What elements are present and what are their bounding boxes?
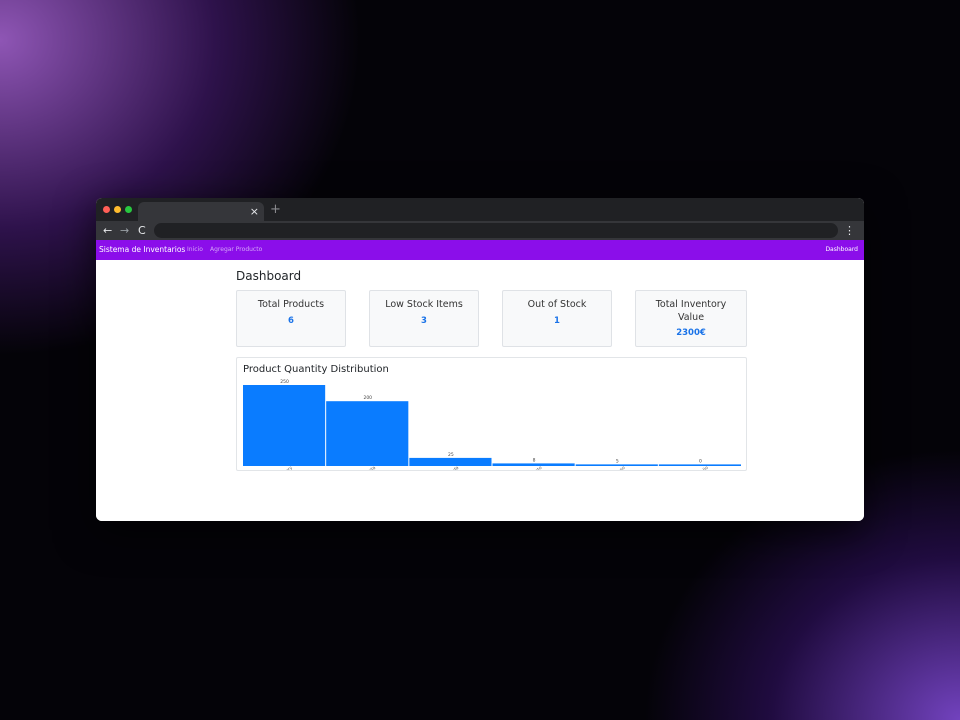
reload-icon[interactable]: C [138, 221, 146, 240]
close-icon[interactable]: × [250, 203, 259, 220]
address-bar[interactable] [154, 223, 838, 238]
stat-card-total-products: Total Products 6 [236, 290, 346, 347]
stat-card-out-of-stock: Out of Stock 1 [502, 290, 612, 347]
app-navbar: Sistema de Inventarios Inicio Agregar Pr… [96, 240, 864, 260]
chart-card: 250Tomate Cherry200Pera Amarilla25Carne … [236, 357, 747, 471]
nav-link-inicio[interactable]: Inicio [187, 240, 203, 260]
nav-link-agregar-producto[interactable]: Agregar Producto [210, 240, 262, 260]
stat-card-value: 6 [288, 316, 294, 326]
bar-value-label: 0 [699, 458, 702, 464]
chart-bar [409, 457, 492, 466]
bar-value-label: 8 [533, 457, 536, 463]
browser-tab[interactable]: × [138, 202, 264, 221]
stat-card-title: Low Stock Items [385, 299, 463, 310]
browser-menu-icon[interactable]: ⋮ [844, 221, 855, 240]
chart-title: Product Quantity Distribution [243, 364, 389, 375]
stat-card-title: Total Inventory Value [655, 299, 727, 323]
stat-card-value: 1 [554, 316, 560, 326]
browser-toolbar: ← → C ⋮ [96, 221, 864, 240]
dashboard-page: Dashboard Total Products 6 Low Stock Ite… [96, 260, 864, 521]
stat-card-title: Total Products [257, 299, 325, 310]
nav-link-dashboard[interactable]: Dashboard [825, 240, 858, 260]
chart-bar [326, 401, 409, 466]
minimize-window-button[interactable] [114, 206, 121, 213]
close-window-button[interactable] [103, 206, 110, 213]
stat-card-title: Out of Stock [527, 299, 587, 310]
stat-card-inventory-value: Total Inventory Value 2300€ [635, 290, 747, 347]
new-tab-button[interactable]: + [270, 201, 281, 218]
chart-bar [492, 463, 575, 466]
browser-window: × + ← → C ⋮ Sistema de Inventarios Inici… [96, 198, 864, 521]
bar-value-label: 5 [616, 458, 619, 464]
stat-card-low-stock: Low Stock Items 3 [369, 290, 479, 347]
chart-bar [243, 385, 326, 466]
back-arrow-icon[interactable]: ← [103, 221, 112, 240]
chart-bar [658, 464, 741, 466]
forward-arrow-icon[interactable]: → [120, 221, 129, 240]
navbar-brand[interactable]: Sistema de Inventarios [99, 240, 185, 260]
bar-value-label: 200 [363, 395, 372, 401]
browser-tab-bar: × + [96, 198, 864, 221]
maximize-window-button[interactable] [125, 206, 132, 213]
bar-value-label: 25 [448, 452, 454, 458]
chart-bar [575, 464, 658, 466]
page-title: Dashboard [236, 269, 302, 283]
stat-card-value: 2300€ [676, 328, 706, 338]
bar-value-label: 250 [280, 379, 289, 385]
stat-card-value: 3 [421, 316, 427, 326]
